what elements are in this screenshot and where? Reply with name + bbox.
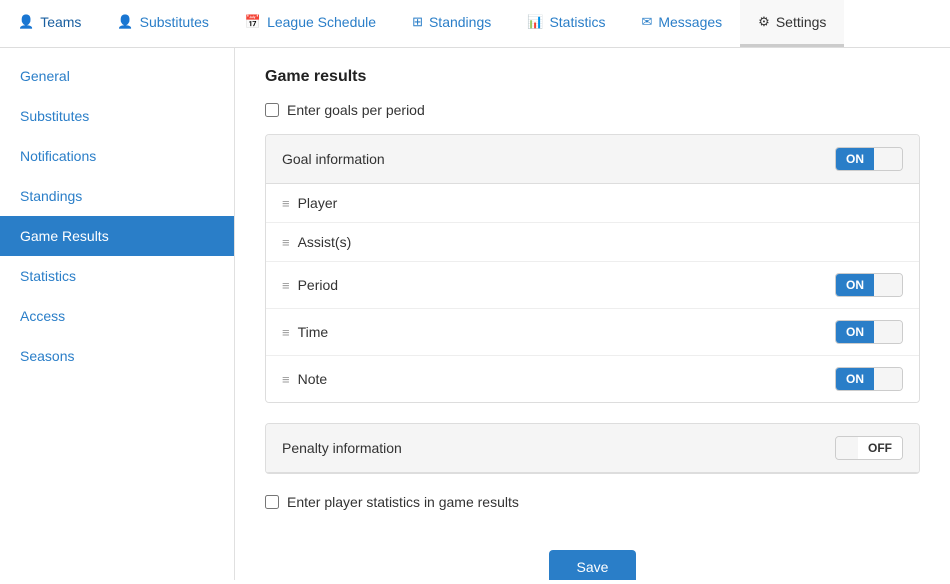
note-row: ≡ Note ON [266,356,919,402]
teams-icon: 👤 [18,14,34,30]
nav-statistics[interactable]: 📊 Statistics [509,0,623,47]
penalty-panel-label: Penalty information [282,440,402,456]
player-drag-icon: ≡ [282,196,290,211]
time-drag-icon: ≡ [282,325,290,340]
enter-player-stats-checkbox[interactable] [265,495,279,509]
note-toggle[interactable]: ON [835,367,903,391]
nav-teams[interactable]: 👤 Teams [0,0,99,47]
top-nav: 👤 Teams 👤 Substitutes 📅 League Schedule … [0,0,950,48]
nav-league-schedule-label: League Schedule [267,14,376,30]
period-drag-icon: ≡ [282,278,290,293]
penalty-toggle-off: OFF [858,437,902,459]
note-toggle-on: ON [836,368,874,390]
period-label: Period [298,277,338,293]
nav-teams-label: Teams [40,14,81,30]
nav-standings-label: Standings [429,14,491,30]
nav-messages[interactable]: ✉ Messages [623,0,740,47]
assists-row: ≡ Assist(s) [266,223,919,262]
period-toggle-on: ON [836,274,874,296]
nav-league-schedule[interactable]: 📅 League Schedule [227,0,394,47]
sidebar: General Substitutes Notifications Standi… [0,48,235,580]
period-toggle[interactable]: ON [835,273,903,297]
enter-goals-row[interactable]: Enter goals per period [265,102,920,118]
time-toggle-on: ON [836,321,874,343]
penalty-panel-header: Penalty information OFF [266,424,919,473]
section-title: Game results [265,68,920,86]
nav-settings-label: Settings [776,14,827,30]
player-label: Player [298,195,338,211]
standings-icon: ⊞ [412,14,423,30]
enter-goals-checkbox[interactable] [265,103,279,117]
nav-substitutes-label: Substitutes [140,14,209,30]
sidebar-item-access[interactable]: Access [0,296,234,336]
sidebar-item-seasons[interactable]: Seasons [0,336,234,376]
layout: General Substitutes Notifications Standi… [0,48,950,580]
nav-standings[interactable]: ⊞ Standings [394,0,509,47]
main-content: Game results Enter goals per period Goal… [235,48,950,580]
save-button[interactable]: Save [549,550,637,580]
nav-statistics-label: Statistics [549,14,605,30]
note-toggle-off-part [874,368,902,390]
enter-player-stats-row[interactable]: Enter player statistics in game results [265,494,519,510]
note-label: Note [298,371,328,387]
league-schedule-icon: 📅 [245,14,261,30]
settings-icon: ⚙ [758,14,770,30]
penalty-toggle-on-part [836,437,858,459]
sidebar-item-substitutes[interactable]: Substitutes [0,96,234,136]
nav-substitutes[interactable]: 👤 Substitutes [99,0,226,47]
goal-toggle-on: ON [836,148,874,170]
sidebar-item-statistics[interactable]: Statistics [0,256,234,296]
bottom-section: Enter player statistics in game results … [265,494,920,580]
sidebar-item-notifications[interactable]: Notifications [0,136,234,176]
sidebar-item-game-results[interactable]: Game Results [0,216,234,256]
enter-goals-label: Enter goals per period [287,102,425,118]
time-label: Time [298,324,329,340]
statistics-icon: 📊 [527,14,543,30]
note-drag-icon: ≡ [282,372,290,387]
sidebar-item-general[interactable]: General [0,56,234,96]
period-row: ≡ Period ON [266,262,919,309]
goal-panel: Goal information ON ≡ Player ≡ Assist(s) [265,134,920,403]
nav-messages-label: Messages [658,14,722,30]
sidebar-item-standings[interactable]: Standings [0,176,234,216]
enter-player-stats-label: Enter player statistics in game results [287,494,519,510]
assists-label: Assist(s) [298,234,352,250]
substitutes-icon: 👤 [117,14,133,30]
penalty-toggle[interactable]: OFF [835,436,903,460]
assists-drag-icon: ≡ [282,235,290,250]
time-toggle[interactable]: ON [835,320,903,344]
goal-toggle[interactable]: ON [835,147,903,171]
goal-panel-label: Goal information [282,151,385,167]
goal-toggle-off-part [874,148,902,170]
period-toggle-off-part [874,274,902,296]
goal-panel-header: Goal information ON [266,135,919,184]
nav-settings[interactable]: ⚙ Settings [740,0,844,47]
time-row: ≡ Time ON [266,309,919,356]
penalty-panel: Penalty information OFF [265,423,920,474]
time-toggle-off-part [874,321,902,343]
player-row: ≡ Player [266,184,919,223]
messages-icon: ✉ [641,14,652,30]
